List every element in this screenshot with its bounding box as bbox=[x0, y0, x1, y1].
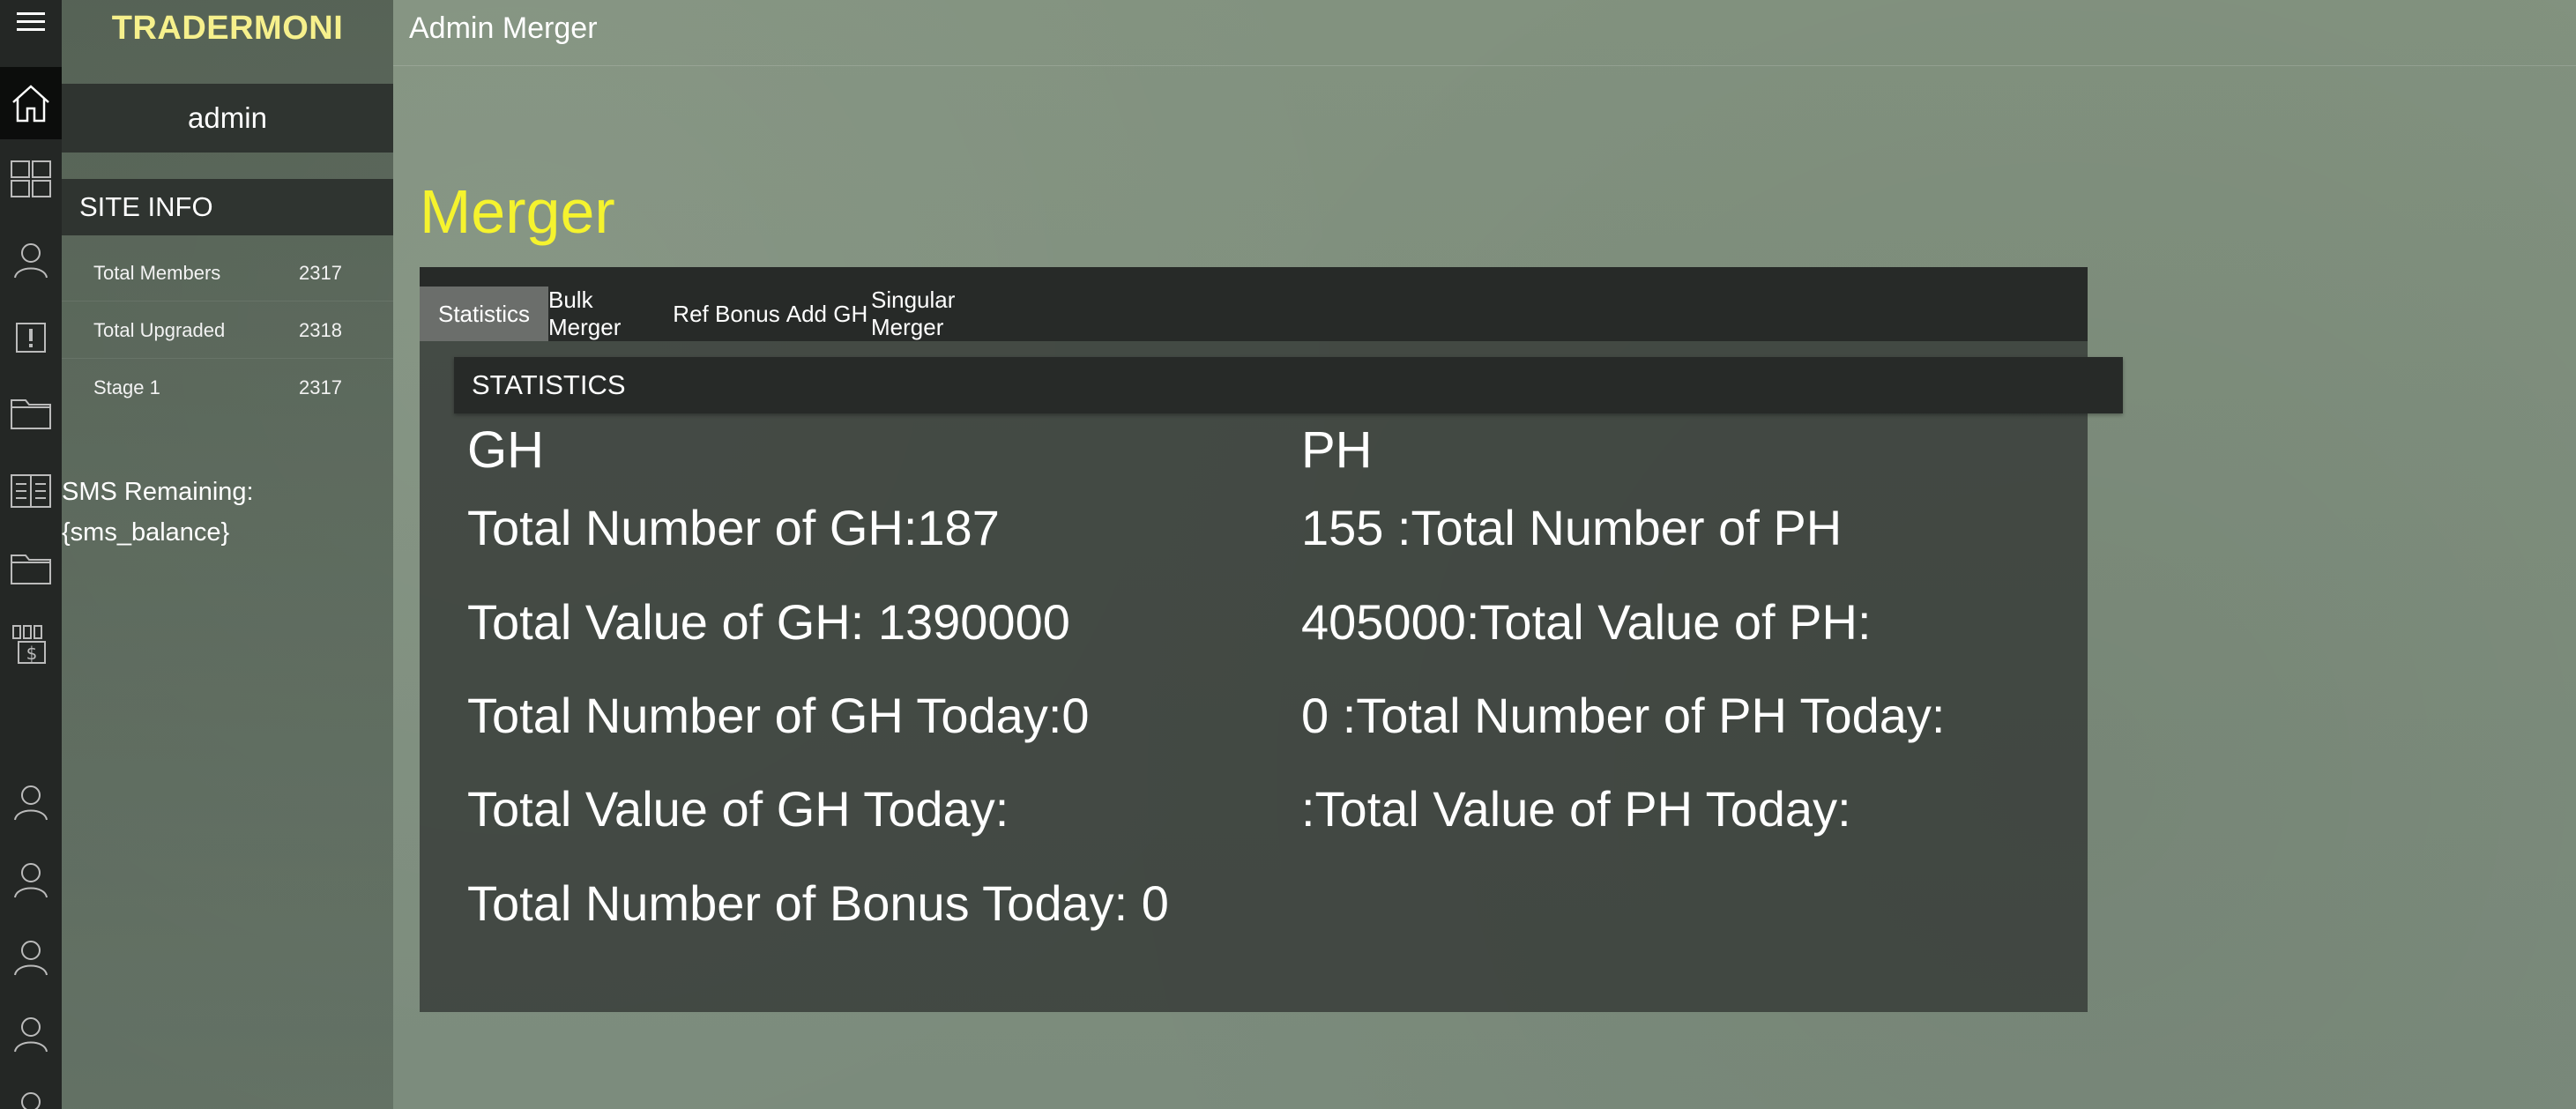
sms-label: SMS Remaining: bbox=[62, 478, 254, 506]
site-stat-total-members: Total Members 2317 bbox=[62, 245, 393, 301]
sms-remaining: SMS Remaining: {sms_balance} bbox=[62, 472, 254, 553]
site-info-title: SITE INFO bbox=[62, 179, 393, 235]
bonus-total-number-today: Total Number of Bonus Today: 0 bbox=[467, 875, 1169, 931]
ph-total-number-today: 0 :Total Number of PH Today: bbox=[1301, 688, 1946, 743]
page-title: Merger bbox=[420, 177, 615, 246]
home-icon[interactable] bbox=[0, 67, 62, 139]
ph-total-number: 155 :Total Number of PH bbox=[1301, 500, 1843, 555]
gh-heading: GH bbox=[467, 421, 544, 479]
user-icon[interactable] bbox=[0, 858, 62, 902]
gh-total-value-today: Total Value of GH Today: bbox=[467, 781, 1009, 837]
top-bar: Admin Merger bbox=[393, 0, 2576, 66]
stat-value: 2318 bbox=[299, 318, 342, 341]
statistics-section-header: STATISTICS bbox=[454, 357, 2123, 413]
site-stat-total-upgraded: Total Upgraded 2318 bbox=[62, 302, 393, 359]
alert-icon[interactable] bbox=[0, 316, 62, 360]
stat-value: 2317 bbox=[299, 376, 342, 398]
tab-add-gh[interactable]: Add GH bbox=[783, 287, 871, 341]
ph-total-value-today: :Total Value of PH Today: bbox=[1301, 781, 1851, 837]
brand-logo[interactable]: TRADERMONI bbox=[62, 0, 393, 56]
gh-total-number-today: Total Number of GH Today:0 bbox=[467, 688, 1090, 743]
ph-heading: PH bbox=[1301, 421, 1373, 479]
tab-statistics[interactable]: Statistics bbox=[420, 287, 548, 341]
stat-label: Stage 1 bbox=[93, 376, 160, 398]
tab-singular-merger[interactable]: Singular Merger bbox=[871, 287, 1030, 341]
site-stat-stage-1: Stage 1 2317 bbox=[62, 360, 393, 416]
stat-label: Total Upgraded bbox=[93, 318, 226, 341]
folder-icon[interactable] bbox=[0, 390, 62, 434]
svg-text:$: $ bbox=[26, 643, 38, 664]
sms-value: {sms_balance} bbox=[62, 518, 230, 547]
folder-icon[interactable] bbox=[0, 545, 62, 589]
dashboard-icon[interactable] bbox=[0, 157, 62, 201]
user-icon[interactable] bbox=[0, 1012, 62, 1056]
gh-total-value: Total Value of GH: 1390000 bbox=[467, 594, 1070, 650]
icon-rail: $ bbox=[0, 0, 62, 1109]
ph-total-value: 405000:Total Value of PH: bbox=[1301, 594, 1872, 650]
top-bar-title: Admin Merger bbox=[409, 11, 598, 45]
payments-icon[interactable]: $ bbox=[0, 622, 62, 666]
sidebar: TRADERMONI admin SITE INFO Total Members… bbox=[62, 0, 393, 1109]
user-name[interactable]: admin bbox=[62, 84, 393, 153]
stat-label: Total Members bbox=[93, 261, 221, 284]
tab-bulk-merger[interactable]: Bulk Merger bbox=[548, 287, 670, 341]
tab-bar: Statistics Bulk Merger Ref Bonus Add GH … bbox=[420, 267, 2088, 341]
user-icon[interactable] bbox=[0, 238, 62, 282]
user-icon[interactable] bbox=[0, 935, 62, 979]
gh-total-number: Total Number of GH:187 bbox=[467, 500, 1000, 555]
stat-value: 2317 bbox=[299, 261, 342, 284]
user-icon[interactable] bbox=[0, 780, 62, 824]
list-icon[interactable] bbox=[0, 469, 62, 513]
user-icon[interactable] bbox=[0, 1090, 62, 1109]
menu-icon[interactable] bbox=[0, 0, 62, 44]
tab-ref-bonus[interactable]: Ref Bonus bbox=[670, 287, 783, 341]
